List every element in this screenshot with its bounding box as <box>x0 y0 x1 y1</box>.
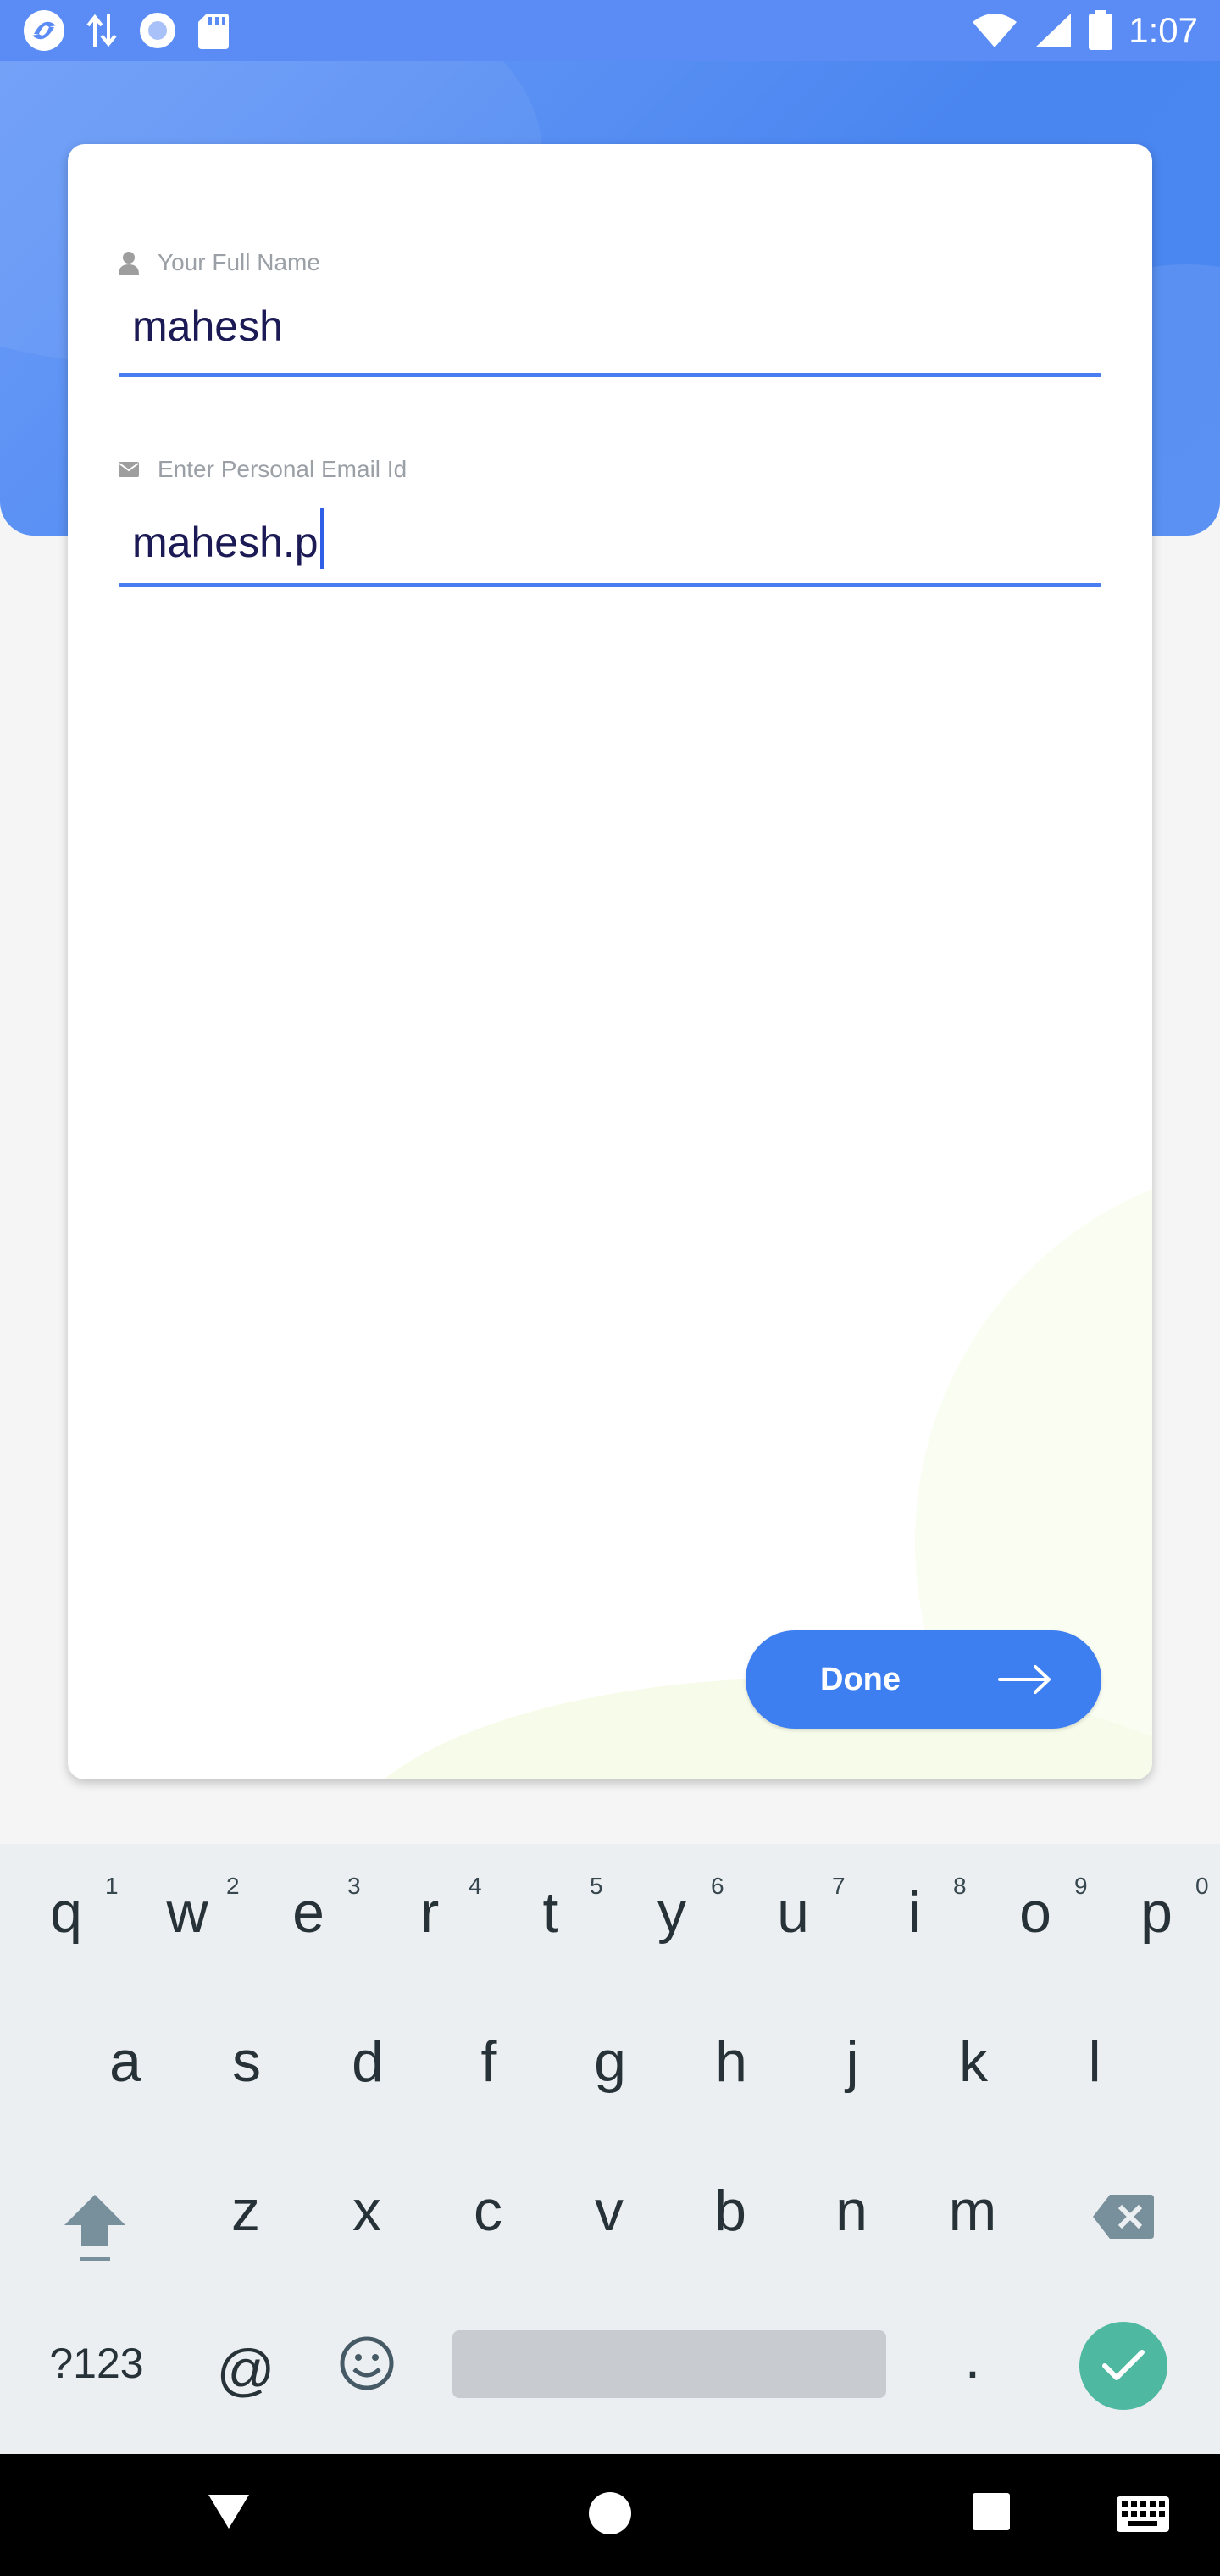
cell-signal-icon <box>1035 14 1072 47</box>
key-hint-9: 9 <box>1074 1873 1088 1899</box>
person-icon <box>119 252 139 275</box>
key-d[interactable]: d <box>308 2029 427 2095</box>
key-m[interactable]: m <box>913 2178 1032 2244</box>
home-nav-icon[interactable] <box>588 2491 632 2535</box>
email-field[interactable]: mahesh.p <box>119 498 1101 591</box>
key-hint-3: 3 <box>347 1873 361 1899</box>
key-j[interactable]: j <box>793 2029 912 2095</box>
form-card: Your Full Name mahesh Enter Personal Ema… <box>68 144 1152 1779</box>
key-hint-8: 8 <box>953 1873 967 1899</box>
backspace-key-icon[interactable] <box>1093 2195 1154 2239</box>
key-z[interactable]: z <box>186 2178 305 2244</box>
shift-key-icon[interactable] <box>64 2193 125 2262</box>
record-icon <box>140 13 175 48</box>
status-icons-left <box>22 8 230 53</box>
email-input-text: mahesh.p <box>132 519 319 566</box>
email-underline <box>119 583 1101 587</box>
sd-card-icon <box>198 14 229 49</box>
enter-key[interactable] <box>1079 2322 1167 2410</box>
mail-icon <box>119 462 139 477</box>
key-s[interactable]: s <box>187 2029 306 2095</box>
done-button-label: Done <box>820 1661 901 1697</box>
key-h[interactable]: h <box>672 2029 790 2095</box>
emoji-key-icon[interactable] <box>339 2335 395 2391</box>
key-l[interactable]: l <box>1035 2029 1154 2095</box>
key-hint-6: 6 <box>711 1873 724 1899</box>
name-input[interactable]: mahesh <box>132 302 283 351</box>
keyboard-switch-icon[interactable] <box>1117 2496 1169 2532</box>
at-key[interactable]: @ <box>186 2337 305 2403</box>
key-b[interactable]: b <box>671 2178 790 2244</box>
space-key[interactable] <box>452 2330 886 2398</box>
status-icons-right: 1:07 <box>971 7 1198 54</box>
navigation-bar <box>0 2454 1220 2576</box>
battery-icon <box>1089 10 1113 50</box>
check-icon <box>1102 2350 1145 2380</box>
done-button[interactable]: Done <box>746 1630 1101 1729</box>
key-hint-5: 5 <box>590 1873 603 1899</box>
email-field-label: Enter Personal Email Id <box>119 456 407 483</box>
wifi-icon <box>973 14 1018 47</box>
key-hint-2: 2 <box>226 1873 240 1899</box>
back-nav-icon[interactable] <box>207 2493 251 2530</box>
email-label-text: Enter Personal Email Id <box>158 456 408 482</box>
email-input[interactable]: mahesh.p <box>132 508 324 573</box>
key-v[interactable]: v <box>550 2178 668 2244</box>
name-field[interactable]: mahesh <box>119 288 1101 381</box>
key-hint-1: 1 <box>105 1873 119 1899</box>
key-g[interactable]: g <box>551 2029 669 2095</box>
key-hint-0: 0 <box>1195 1873 1209 1899</box>
key-f[interactable]: f <box>430 2029 548 2095</box>
status-bar: 1:07 <box>0 0 1220 61</box>
data-transfer-icon <box>86 14 117 47</box>
status-time: 1:07 <box>1128 10 1198 50</box>
key-k[interactable]: k <box>914 2029 1033 2095</box>
name-label-text: Your Full Name <box>158 249 320 275</box>
arrow-right-icon <box>998 1665 1051 1694</box>
key-a[interactable]: a <box>66 2029 185 2095</box>
name-underline <box>119 373 1101 377</box>
key-x[interactable]: x <box>308 2178 426 2244</box>
app-logo-icon <box>24 10 64 51</box>
key-hint-7: 7 <box>832 1873 846 1899</box>
text-cursor <box>319 508 324 569</box>
symbols-key[interactable]: ?123 <box>37 2339 156 2388</box>
key-hint-4: 4 <box>469 1873 482 1899</box>
key-n[interactable]: n <box>792 2178 911 2244</box>
period-key[interactable]: . <box>913 2325 1032 2391</box>
recents-nav-icon[interactable] <box>973 2493 1010 2530</box>
name-field-label: Your Full Name <box>119 249 320 276</box>
key-c[interactable]: c <box>429 2178 547 2244</box>
